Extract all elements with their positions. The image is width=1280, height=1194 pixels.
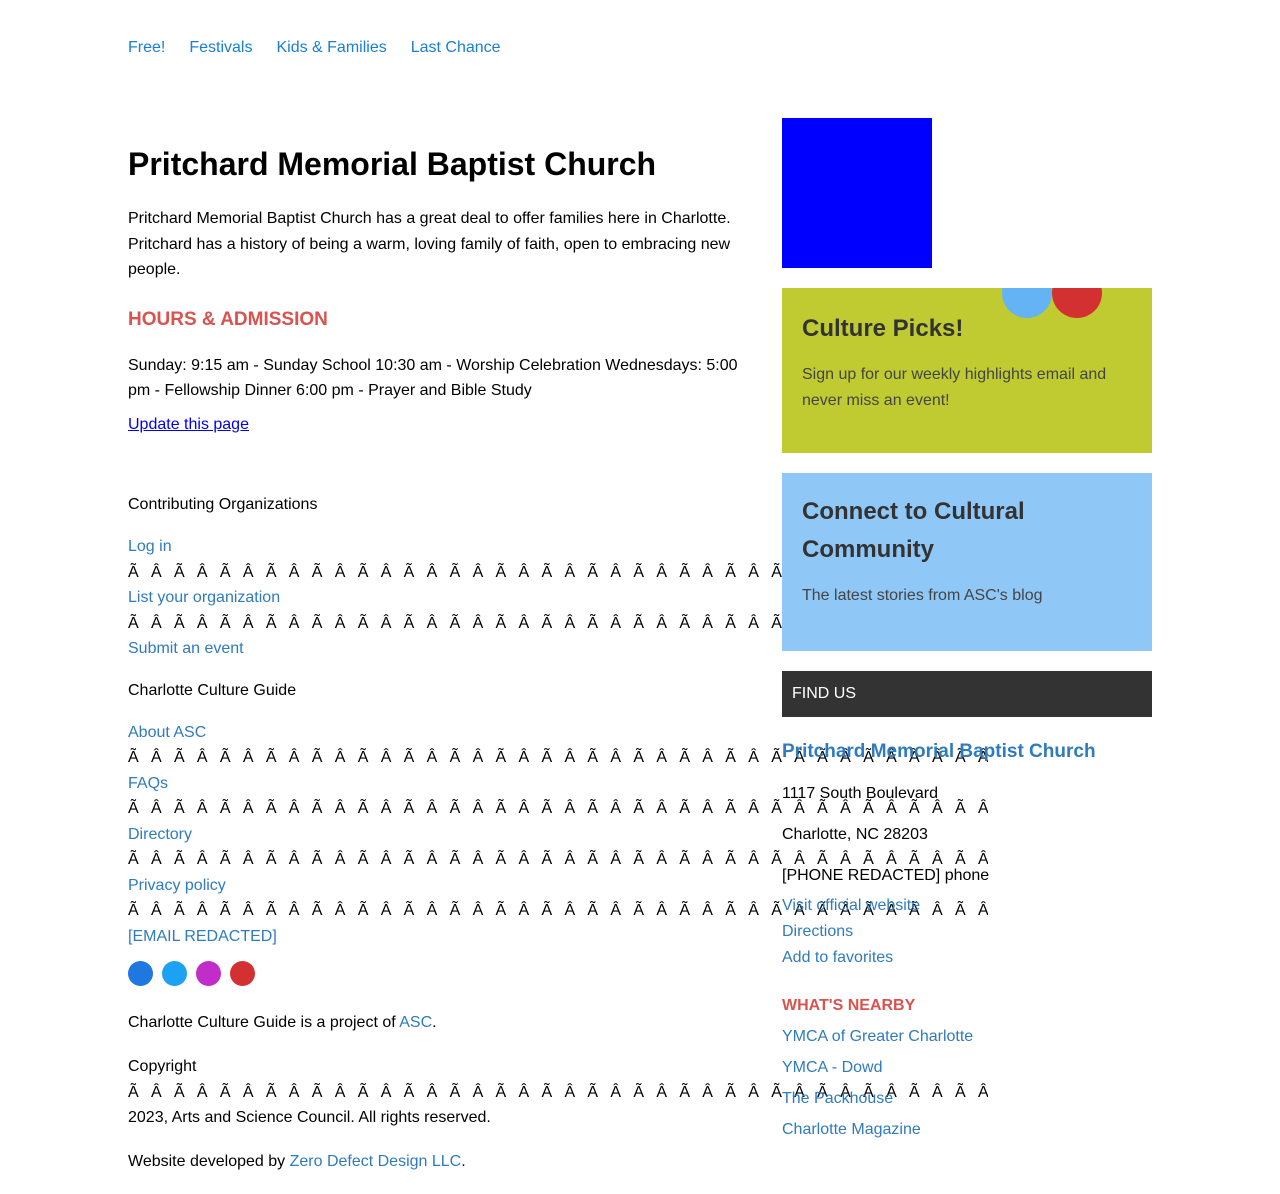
dev-prefix: Website developed by [128,1152,290,1170]
connect-title: Connect to Cultural Community [802,498,1025,563]
nearby-link[interactable]: The Packhouse [782,1088,1152,1110]
project-suffix: . [432,1014,437,1031]
top-nav: Free! Festivals Kids & Families Last Cha… [128,38,501,58]
directions-link[interactable]: Directions [782,919,1152,945]
youtube-icon[interactable] [230,961,255,986]
culture-picks-card[interactable]: Culture Picks! Sign up for our weekly hi… [782,288,1152,453]
connect-text: The latest stories from ASC's blog [802,587,1043,604]
facebook-icon[interactable] [128,961,153,986]
hours-text: Sunday: 9:15 am - Sunday School 10:30 am… [128,356,738,400]
instagram-icon[interactable] [196,961,221,986]
twitter-icon[interactable] [162,961,187,986]
phone-number: [PHONE REDACTED] phone [782,867,990,884]
nav-link-free[interactable]: Free! [128,38,165,58]
project-prefix: Charlotte Culture Guide is a project of [128,1014,400,1031]
update-page-link[interactable]: Update this page [128,414,249,436]
nearby-list: YMCA of Greater Charlotte YMCA - Dowd Th… [782,1026,1152,1141]
connect-community-card[interactable]: Connect to Cultural Community The latest… [782,473,1152,651]
nav-link-kids-families[interactable]: Kids & Families [276,38,386,58]
place-links: Visit official website Directions Add to… [782,893,1152,971]
add-favorites-link[interactable]: Add to favorites [782,945,1152,971]
sidebar: Culture Picks! Sign up for our weekly hi… [782,118,1152,1141]
ad-banner[interactable] [782,118,932,268]
nav-link-festivals[interactable]: Festivals [189,38,252,58]
culture-picks-text: Sign up for our weekly highlights email … [802,366,1107,409]
find-us-header: FIND US [782,671,1152,717]
developer-link[interactable]: Zero Defect Design LLC [290,1153,462,1170]
nearby-link[interactable]: YMCA - Dowd [782,1057,1152,1079]
intro-text: Pritchard Memorial Baptist Church has a … [128,210,731,278]
nav-link-last-chance[interactable]: Last Chance [411,38,501,58]
hours-heading: HOURS & ADMISSION [128,308,328,330]
whats-nearby-heading: WHAT'S NEARBY [782,996,916,1014]
asc-link[interactable]: ASC [399,1014,432,1031]
main-content: Pritchard Memorial Baptist Church Pritch… [128,142,748,436]
page-title: Pritchard Memorial Baptist Church [128,146,657,182]
place-name-link[interactable]: Pritchard Memorial Baptist Church [782,739,1152,765]
developer-credit: Website developed by Zero Defect Design … [128,1151,988,1173]
address-line1: 1117 South Boulevard [782,785,938,802]
official-website-link[interactable]: Visit official website [782,893,1152,919]
nearby-link[interactable]: Charlotte Magazine [782,1119,1152,1141]
address-line2: Charlotte, NC 28203 [782,825,928,843]
nearby-link[interactable]: YMCA of Greater Charlotte [782,1026,1152,1048]
dev-suffix: . [461,1152,466,1170]
